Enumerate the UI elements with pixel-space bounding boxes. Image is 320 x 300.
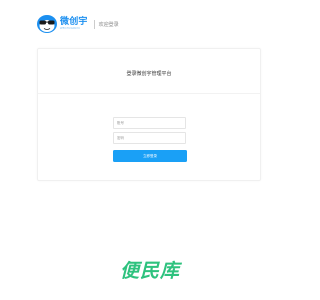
mascot-icon xyxy=(36,14,58,34)
header-title: 欢迎登录 xyxy=(98,21,119,28)
login-card: 登录微创宇管理平台 立即登录 xyxy=(37,48,261,181)
login-title: 登录微创宇管理平台 xyxy=(126,71,172,77)
header-divider xyxy=(93,19,95,29)
logo-text: 微创宇 WEICHUANGYU xyxy=(60,16,88,31)
account-input[interactable] xyxy=(113,117,186,129)
site-header: 微创宇 WEICHUANGYU 欢迎登录 xyxy=(36,14,119,34)
card-divider xyxy=(38,93,260,94)
brand-watermark: 便民库 xyxy=(119,260,180,282)
login-page: 微创宇 WEICHUANGYU 欢迎登录 登录微创宇管理平台 立即登录 便民库 xyxy=(0,0,300,300)
password-input[interactable] xyxy=(113,132,186,144)
logo-subtitle: WEICHUANGYU xyxy=(60,26,81,30)
logo-name: 微创宇 xyxy=(60,16,88,27)
login-button[interactable]: 立即登录 xyxy=(113,150,187,162)
